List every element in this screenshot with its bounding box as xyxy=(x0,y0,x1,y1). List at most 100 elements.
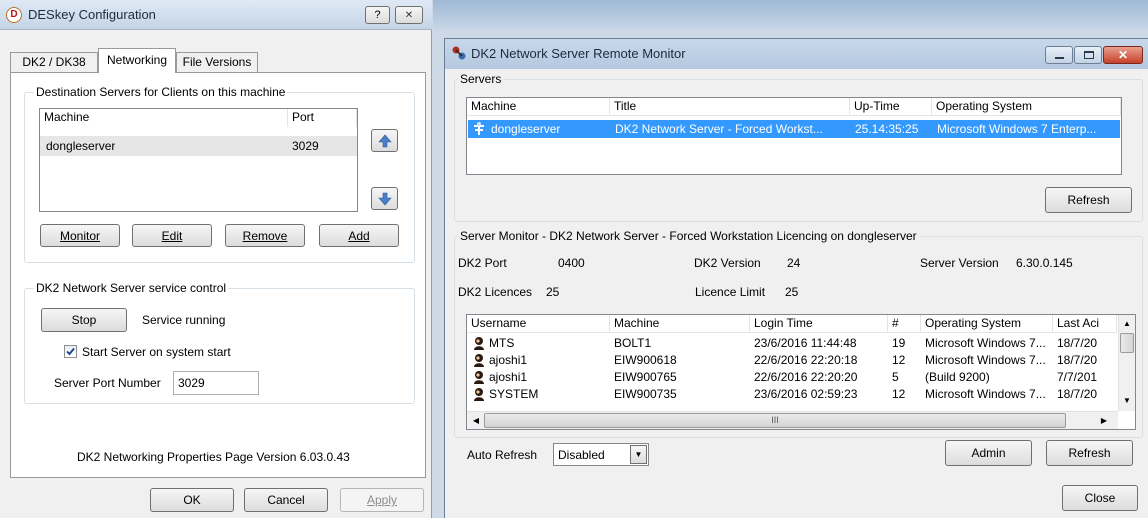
column-header-os[interactable]: Operating System xyxy=(921,315,1053,333)
window-title: DESkey Configuration xyxy=(28,7,156,22)
server-version-value: 6.30.0.145 xyxy=(1016,256,1073,270)
group-title: Servers xyxy=(458,72,504,86)
button-label: Add xyxy=(348,228,370,243)
remove-button[interactable]: Remove xyxy=(225,224,305,247)
cell-login: 23/6/2016 11:44:48 xyxy=(754,336,857,350)
thumb-grip: III xyxy=(771,415,779,425)
licence-limit-value: 25 xyxy=(785,285,799,299)
column-header-count[interactable]: # xyxy=(888,315,921,333)
cell-os: Microsoft Windows 7... xyxy=(925,387,1046,401)
apply-button[interactable]: Apply xyxy=(340,488,424,512)
table-row[interactable]: dongleserver DK2 Network Server - Forced… xyxy=(468,120,1120,138)
start-on-boot-checkbox[interactable] xyxy=(64,345,77,358)
button-label: Apply xyxy=(366,493,398,507)
cell-os: Microsoft Windows 7... xyxy=(925,353,1046,367)
server-port-input[interactable]: 3029 xyxy=(173,371,259,395)
servers-list[interactable]: Machine Title Up-Time Operating System d… xyxy=(466,97,1122,175)
move-down-button[interactable] xyxy=(371,187,398,210)
tab-label: Networking xyxy=(106,53,168,67)
list-item[interactable]: dongleserver 3029 xyxy=(40,136,357,156)
title-bar: D DESkey Configuration ? ✕ xyxy=(0,0,432,30)
stop-button[interactable]: Stop xyxy=(41,308,127,332)
edit-button[interactable]: Edit xyxy=(132,224,212,247)
column-header-last-activity[interactable]: Last Aci xyxy=(1053,315,1117,333)
button-label: Edit xyxy=(161,228,183,243)
button-label: Monitor xyxy=(59,228,100,243)
user-icon xyxy=(474,337,484,350)
port-label: Server Port Number xyxy=(54,376,161,390)
cell-num: 19 xyxy=(892,336,906,350)
minimize-icon xyxy=(1055,57,1064,59)
tab-panel: Destination Servers for Clients on this … xyxy=(10,72,426,478)
column-header-username[interactable]: Username xyxy=(467,315,610,333)
auto-refresh-label: Auto Refresh xyxy=(467,448,538,462)
dk2-port-value: 0400 xyxy=(558,256,585,270)
arrow-up-icon xyxy=(377,134,392,147)
cell-login: 22/6/2016 22:20:18 xyxy=(754,353,858,367)
row-os: Microsoft Windows 7 Enterp... xyxy=(937,122,1097,136)
vertical-scrollbar[interactable]: ▲ ▼ xyxy=(1118,315,1135,411)
auto-refresh-dropdown[interactable]: Disabled ▼ xyxy=(553,443,649,466)
column-header-machine[interactable]: Machine xyxy=(610,315,750,333)
move-up-button[interactable] xyxy=(371,129,398,152)
maximize-button[interactable] xyxy=(1074,46,1102,64)
column-header-title[interactable]: Title xyxy=(610,98,850,116)
refresh-button[interactable]: Refresh xyxy=(1046,440,1133,466)
licence-limit-label: Licence Limit xyxy=(695,285,766,299)
close-window-button[interactable]: Close xyxy=(1062,485,1138,511)
tab-dk2-dk38[interactable]: DK2 / DK38 xyxy=(10,52,98,72)
column-header-os[interactable]: Operating System xyxy=(932,98,1121,116)
close-icon: ✕ xyxy=(1117,48,1129,62)
arrow-down-icon xyxy=(377,192,392,205)
add-button[interactable]: Add xyxy=(319,224,399,247)
cell-user: SYSTEM xyxy=(489,387,539,401)
admin-button[interactable]: Admin xyxy=(945,440,1032,466)
scroll-thumb[interactable] xyxy=(1120,333,1134,353)
column-header-uptime[interactable]: Up-Time xyxy=(850,98,932,116)
table-row[interactable]: ajoshi1 EIW900618 22/6/2016 22:20:18 12 Micr… xyxy=(467,352,1117,369)
hscroll-thumb[interactable]: III xyxy=(484,413,1066,428)
cell-machine: BOLT1 xyxy=(614,336,652,350)
column-header-machine[interactable]: Machine xyxy=(40,109,288,127)
checkbox-label: Start Server on system start xyxy=(82,345,231,359)
tab-file-versions[interactable]: File Versions xyxy=(176,52,258,72)
app-icon: D xyxy=(6,7,22,23)
chevron-down-icon: ▼ xyxy=(634,450,643,459)
close-button[interactable]: ✕ xyxy=(395,6,423,24)
cell-last: 7/7/201 xyxy=(1057,370,1098,384)
monitor-button[interactable]: Monitor xyxy=(40,224,120,247)
scroll-left-arrow[interactable]: ◀ xyxy=(469,413,483,428)
users-list[interactable]: Username Machine Login Time # Operating … xyxy=(466,314,1136,430)
group-title: Server Monitor - DK2 Network Server - Fo… xyxy=(458,229,919,243)
table-row[interactable]: MTS BOLT1 23/6/2016 11:44:48 19 Microsoft Wi… xyxy=(467,335,1117,352)
column-header-machine[interactable]: Machine xyxy=(467,98,610,116)
server-monitor-group: Server Monitor - DK2 Network Server - Fo… xyxy=(454,229,1143,438)
column-header-port[interactable]: Port xyxy=(288,109,357,127)
cancel-button[interactable]: Cancel xyxy=(244,488,328,512)
row-machine: dongleserver xyxy=(46,139,116,153)
minimize-button[interactable] xyxy=(1045,46,1073,64)
dk2-licences-value: 25 xyxy=(546,285,560,299)
tab-networking[interactable]: Networking xyxy=(98,48,176,73)
scroll-up-arrow[interactable]: ▲ xyxy=(1119,316,1135,332)
dropdown-button[interactable]: ▼ xyxy=(630,445,647,464)
ok-button[interactable]: OK xyxy=(150,488,234,512)
dk2-licences-label: DK2 Licences xyxy=(458,285,533,299)
table-row[interactable]: ajoshi1 EIW900765 22/6/2016 22:20:20 5 (Buil… xyxy=(467,369,1117,386)
deskey-config-window: D DESkey Configuration ? ✕ DK2 / DK38 Ne… xyxy=(0,0,432,518)
scroll-right-arrow[interactable]: ▶ xyxy=(1097,413,1111,428)
help-button[interactable]: ? xyxy=(365,6,390,24)
cell-user: ajoshi1 xyxy=(489,370,528,384)
table-row[interactable]: SYSTEM EIW900735 23/6/2016 02:59:23 12 Micro… xyxy=(467,386,1117,403)
destination-servers-list[interactable]: Machine Port dongleserver 3029 xyxy=(39,108,358,212)
service-control-group: DK2 Network Server service control Stop … xyxy=(24,281,415,404)
desktop-strip xyxy=(433,0,1148,30)
scroll-down-arrow[interactable]: ▼ xyxy=(1119,393,1135,409)
column-header-login-time[interactable]: Login Time xyxy=(750,315,888,333)
horizontal-scrollbar[interactable]: ◀ III ▶ xyxy=(467,411,1118,429)
cell-os: (Build 9200) xyxy=(925,370,990,384)
servers-refresh-button[interactable]: Refresh xyxy=(1045,187,1132,213)
user-rows: MTS BOLT1 23/6/2016 11:44:48 19 Microsoft Wi… xyxy=(467,335,1117,411)
close-button[interactable]: ✕ xyxy=(1103,46,1143,64)
cell-user: ajoshi1 xyxy=(489,353,528,367)
